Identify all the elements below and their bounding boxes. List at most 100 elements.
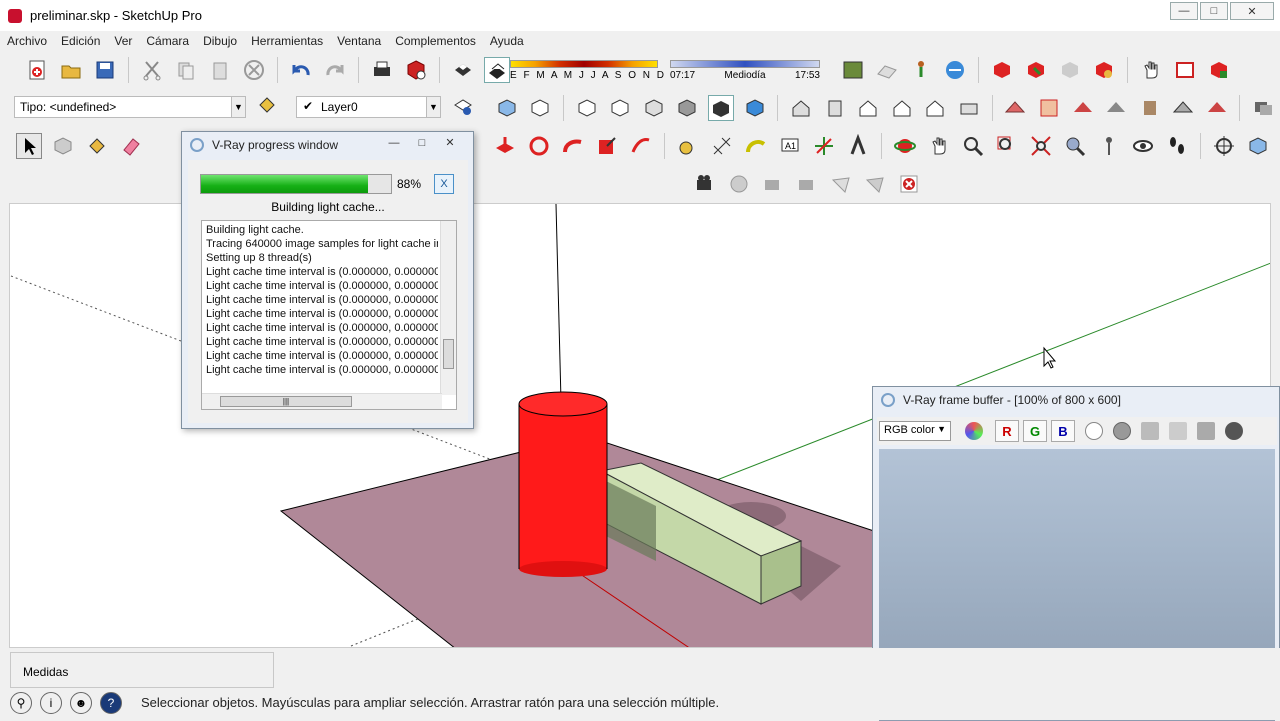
close-icon[interactable]: ✕ [437, 135, 463, 151]
bottom-view-icon[interactable] [956, 95, 982, 121]
help-icon[interactable]: ? [100, 692, 122, 714]
axes-icon[interactable] [811, 133, 837, 159]
save-all-icon[interactable] [1169, 422, 1187, 440]
sandbox-grid-icon[interactable] [1036, 95, 1062, 121]
share-model-icon[interactable] [942, 57, 968, 83]
menu-ver[interactable]: Ver [107, 34, 139, 48]
shaded-textures-icon[interactable] [708, 95, 734, 121]
zoom-icon[interactable] [960, 133, 986, 159]
look-around-icon[interactable] [1130, 133, 1156, 159]
make-component-icon[interactable] [50, 133, 76, 159]
shadow-date-slider[interactable]: E F M A M J J A S O N D [510, 60, 664, 84]
orbit-icon[interactable] [892, 133, 918, 159]
shaded-icon[interactable] [675, 95, 701, 121]
red-channel-button[interactable]: R [995, 420, 1019, 442]
previous-view-icon[interactable] [1062, 133, 1088, 159]
extension-warehouse-icon[interactable] [1091, 57, 1117, 83]
cancel-render-button[interactable]: X [434, 174, 454, 194]
menu-edicion[interactable]: Edición [54, 34, 107, 48]
menu-ayuda[interactable]: Ayuda [483, 34, 531, 48]
position-camera-icon[interactable] [1096, 133, 1122, 159]
save-image-icon[interactable] [1141, 422, 1159, 440]
front-view-icon[interactable] [855, 95, 881, 121]
new-file-icon[interactable] [24, 57, 50, 83]
smoove-icon[interactable] [1070, 95, 1096, 121]
select-arrow-icon[interactable] [16, 133, 42, 159]
top-view-icon[interactable] [528, 95, 554, 121]
open-folder-icon[interactable] [58, 57, 84, 83]
get-models-icon[interactable] [989, 57, 1015, 83]
cut-icon[interactable] [139, 57, 165, 83]
left-view-icon[interactable] [923, 95, 949, 121]
walk-icon[interactable] [1164, 133, 1190, 159]
add-detail-icon[interactable] [1170, 95, 1196, 121]
offset-icon[interactable] [628, 133, 654, 159]
mono-icon[interactable] [1113, 422, 1131, 440]
clear-image-icon[interactable] [1225, 422, 1243, 440]
copy-icon[interactable] [173, 57, 199, 83]
minimize-icon[interactable]: — [381, 135, 407, 151]
user-icon[interactable]: ☻ [70, 692, 92, 714]
credits-icon[interactable]: i [40, 692, 62, 714]
hand-icon[interactable] [1138, 57, 1164, 83]
blue-channel-button[interactable]: B [1051, 420, 1075, 442]
menu-complementos[interactable]: Complementos [388, 34, 483, 48]
menu-ventana[interactable]: Ventana [330, 34, 388, 48]
redo-icon[interactable] [322, 57, 348, 83]
vray-render-icon[interactable] [692, 171, 718, 197]
paste-icon[interactable] [207, 57, 233, 83]
wireframe-icon[interactable] [608, 95, 634, 121]
display-shadows-icon[interactable] [450, 57, 476, 83]
dimension-icon[interactable] [709, 133, 735, 159]
channel-select[interactable]: RGB color ▼ [879, 421, 951, 441]
eraser-icon[interactable] [118, 133, 144, 159]
zoom-extents-icon[interactable] [1028, 133, 1054, 159]
color-channels-icon[interactable] [965, 422, 983, 440]
vray-options-icon[interactable] [828, 171, 854, 197]
iso-view-icon[interactable] [494, 95, 520, 121]
layout-icon[interactable] [1172, 57, 1198, 83]
section-plane-icon[interactable] [1211, 133, 1237, 159]
shadow-settings-icon[interactable] [484, 57, 510, 83]
shadow-time-slider[interactable]: 07:17 Mediodía 17:53 [670, 60, 820, 84]
print-icon[interactable] [369, 57, 395, 83]
iso-house-icon[interactable] [788, 95, 814, 121]
render-log[interactable]: Building light cache. Tracing 640000 imag… [201, 220, 457, 410]
text-icon[interactable]: A1 [777, 133, 803, 159]
paint-bucket-tool-icon[interactable] [84, 133, 110, 159]
drape-icon[interactable] [1137, 95, 1163, 121]
vray-material-icon[interactable] [862, 171, 888, 197]
section-icon[interactable] [1250, 95, 1276, 121]
erase-icon[interactable] [241, 57, 267, 83]
menu-herramientas[interactable]: Herramientas [244, 34, 330, 48]
minimize-button[interactable]: — [1170, 2, 1198, 20]
open-image-icon[interactable] [1197, 422, 1215, 440]
log-horizontal-scrollbar[interactable]: ||| [202, 393, 442, 409]
place-model-icon[interactable] [908, 57, 934, 83]
sandbox-contour-icon[interactable] [1003, 95, 1029, 121]
display-section-icon[interactable] [1245, 133, 1271, 159]
vray-camera-icon[interactable] [760, 171, 786, 197]
paint-bucket-icon[interactable] [254, 92, 280, 118]
close-button[interactable]: ✕ [1230, 2, 1274, 20]
map-icon[interactable] [840, 57, 866, 83]
save-icon[interactable] [92, 57, 118, 83]
maximize-button[interactable]: □ [1200, 2, 1228, 20]
vray-batch-icon[interactable] [794, 171, 820, 197]
chevron-down-icon[interactable]: ▼ [426, 97, 440, 117]
stamp-icon[interactable] [1103, 95, 1129, 121]
follow-me-icon[interactable] [560, 133, 586, 159]
back-view-icon[interactable] [889, 95, 915, 121]
entity-type-field[interactable]: Tipo: <undefined> ▼ [14, 96, 246, 118]
undo-icon[interactable] [288, 57, 314, 83]
menu-dibujo[interactable]: Dibujo [196, 34, 244, 48]
monochrome-icon[interactable] [742, 95, 768, 121]
vray-rt-icon[interactable] [726, 171, 752, 197]
alpha-white-icon[interactable] [1085, 422, 1103, 440]
scale-icon[interactable] [594, 133, 620, 159]
green-channel-button[interactable]: G [1023, 420, 1047, 442]
rotate-icon[interactable] [526, 133, 552, 159]
3d-text-icon[interactable] [845, 133, 871, 159]
menu-archivo[interactable]: Archivo [0, 34, 54, 48]
layer-manager-icon[interactable] [450, 94, 476, 120]
